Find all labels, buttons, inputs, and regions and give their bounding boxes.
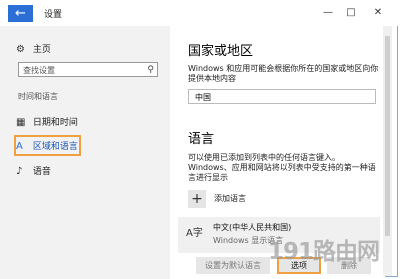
sidebar-item-label: 主页 xyxy=(32,45,51,55)
search-placeholder: 查找设置 xyxy=(23,66,55,75)
maximize-button[interactable]: □ xyxy=(343,5,359,21)
window-title: 设置 xyxy=(44,10,63,20)
sidebar-item-label: 日期和时间 xyxy=(32,118,78,128)
gear-icon: ⚙ xyxy=(16,44,25,55)
region-language-icon: A xyxy=(16,141,23,152)
add-icon[interactable]: + xyxy=(188,190,206,208)
search-input[interactable]: 查找设置 ⚲ xyxy=(18,62,158,77)
search-icon[interactable]: ⚲ xyxy=(147,63,154,78)
calendar-clock-icon: ▦ xyxy=(16,117,26,128)
region-heading: 国家或地区 xyxy=(188,44,254,59)
sidebar-item-date-time[interactable]: ▦ 日期和时间 xyxy=(16,115,78,133)
group-label: 时间和语言 xyxy=(18,92,58,101)
watermark: 191路由网 xyxy=(268,239,380,265)
language-description: 可以使用已添加到列表中的任何语言键入。Windows、应用和网站将以列表中受支持… xyxy=(188,153,376,182)
add-language-label[interactable]: 添加语言 xyxy=(214,194,400,204)
language-icon: A字 xyxy=(186,228,203,239)
sidebar-item-speech[interactable]: ♪ 语音 xyxy=(16,164,51,182)
country-select[interactable]: 中国 xyxy=(188,89,376,104)
scrollbar[interactable] xyxy=(383,26,392,276)
title-bar: ← 设置 — □ ✕ xyxy=(0,0,400,26)
region-description: Windows 和应用可能会根据你所在的国家或地区向你提供本地内容 xyxy=(188,64,379,83)
sidebar-item-label: 区域和语言 xyxy=(32,142,78,152)
set-default-button[interactable]: 设置为默认语言 xyxy=(196,257,270,274)
sidebar-item-home[interactable]: ⚙ 主页 xyxy=(16,42,51,60)
back-button[interactable]: ← xyxy=(8,5,33,22)
sidebar-item-label: 语音 xyxy=(32,167,51,177)
language-heading: 语言 xyxy=(188,132,215,147)
minimize-button[interactable]: — xyxy=(320,5,336,21)
sidebar-item-region-language[interactable]: A 区域和语言 xyxy=(16,139,78,157)
microphone-icon: ♪ xyxy=(16,166,23,177)
scrollbar-thumb[interactable] xyxy=(385,36,390,236)
close-button[interactable]: ✕ xyxy=(370,5,386,21)
